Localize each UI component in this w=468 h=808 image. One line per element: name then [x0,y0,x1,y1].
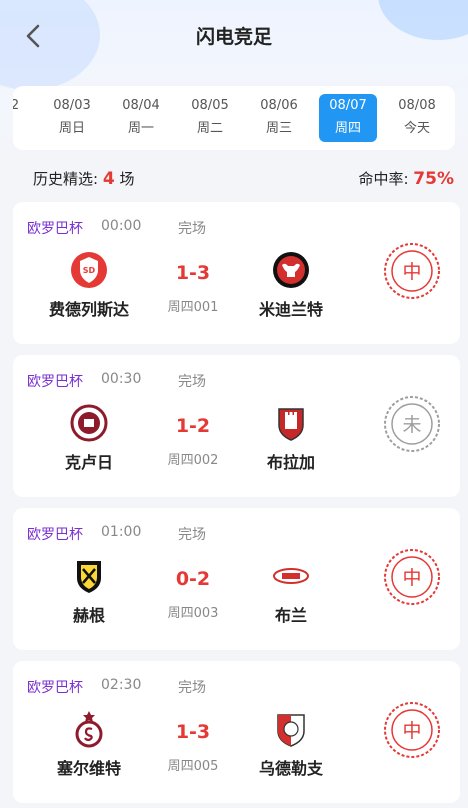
date-label: 08/08 [398,98,436,113]
date-strip: 2 08/03 周日 08/04 周一 08/05 周二 08/06 周三 08… [13,86,455,150]
match-card[interactable]: 欧罗巴杯 01:00 完场 赫根 0-2 周四003 布兰 中 [13,508,460,650]
league-name: 欧罗巴杯 [27,527,83,543]
home-team-name: 克卢日 [64,453,113,472]
match-code: 周四002 [167,453,219,468]
away-team-name: 布拉加 [266,453,315,472]
match-time: 00:30 [101,371,142,387]
date-tab-partial[interactable]: 2 [13,94,43,142]
match-code: 周四005 [167,759,219,774]
date-label: 08/07 [329,98,367,113]
home-team-logo-icon [75,711,103,748]
result-stamp-pending-icon: 未 [384,396,440,452]
weekday-label: 周四 [334,121,361,136]
result-stamp-hit-icon: 中 [384,549,440,605]
result-stamp-hit-icon: 中 [384,702,440,758]
away-team-logo-icon [273,568,309,584]
date-tab-0808[interactable]: 08/08 今天 [389,94,445,142]
date-tab-0803[interactable]: 08/03 周日 [44,94,100,142]
league-name: 欧罗巴杯 [27,374,83,390]
away-team-name: 布兰 [274,606,307,625]
match-score: 1-3 [175,721,211,743]
date-label: 08/05 [191,98,229,113]
away-team-logo-icon [278,408,304,441]
svg-text:SD: SD [83,266,96,275]
weekday-label: 周一 [127,121,154,136]
match-status: 完场 [178,680,206,696]
match-card[interactable]: 欧罗巴杯 02:30 完场 塞尔维特 1-3 周四005 乌德勒支 中 [13,661,460,803]
home-team-name: 赫根 [72,606,105,625]
league-name: 欧罗巴杯 [27,680,83,696]
date-label: 08/06 [260,98,298,113]
date-label: 08/03 [53,98,91,113]
stats-bar: 历史精选: 4 场 命中率: 75% [0,160,468,198]
match-card[interactable]: 欧罗巴杯 00:30 完场 克卢日 1-2 周四002 布拉加 未 [13,355,460,497]
away-team-name: 米迪兰特 [258,300,323,319]
home-team-logo-icon [70,404,108,442]
match-time: 01:00 [101,524,142,540]
match-code: 周四003 [167,606,219,621]
date-tab-0807-active[interactable]: 08/07 周四 [319,94,377,142]
result-label: 中 [402,720,421,742]
match-status: 完场 [178,221,206,237]
match-code: 周四001 [167,300,219,315]
match-score: 1-2 [175,415,211,437]
home-team-name: 费德列斯达 [48,300,129,319]
away-team-name: 乌德勒支 [258,759,323,778]
date-tab-0804[interactable]: 08/04 周一 [113,94,169,142]
history-unit: 场 [119,170,135,188]
match-card[interactable]: 欧罗巴杯 00:00 完场 SD 费德列斯达 1-3 周四001 米迪兰特 中 [13,202,460,344]
match-score: 1-3 [175,262,211,284]
date-label: 2 [13,98,20,113]
away-team-logo-icon [277,714,305,747]
history-count: 4 [102,169,115,189]
hit-rate-summary: 命中率: 75% [358,168,454,189]
weekday-label: 周日 [58,121,85,136]
league-name: 欧罗巴杯 [27,221,83,237]
date-tab-0806[interactable]: 08/06 周三 [251,94,307,142]
match-score: 0-2 [175,568,211,590]
home-team-logo-icon [77,561,101,593]
weekday-label: 周二 [196,121,223,136]
hit-rate-value: 75% [413,169,454,189]
result-label: 中 [402,261,421,283]
history-label: 历史精选: [33,170,99,188]
result-label: 未 [402,414,421,436]
match-time: 02:30 [101,677,142,693]
weekday-label: 今天 [403,121,430,136]
home-team-logo-icon: SD [71,252,107,288]
weekday-label: 周三 [265,121,292,136]
result-label: 中 [402,567,421,589]
match-time: 00:00 [101,218,142,234]
result-stamp-hit-icon: 中 [384,243,440,299]
home-team-name: 塞尔维特 [56,759,121,778]
date-label: 08/04 [122,98,160,113]
hit-rate-label: 命中率: [358,170,409,188]
match-status: 完场 [178,374,206,390]
page-title: 闪电竞足 [195,26,272,48]
history-summary: 历史精选: 4 场 [33,168,134,189]
away-team-logo-icon [273,252,309,288]
match-status: 完场 [178,527,206,543]
date-tab-0805[interactable]: 08/05 周二 [182,94,238,142]
